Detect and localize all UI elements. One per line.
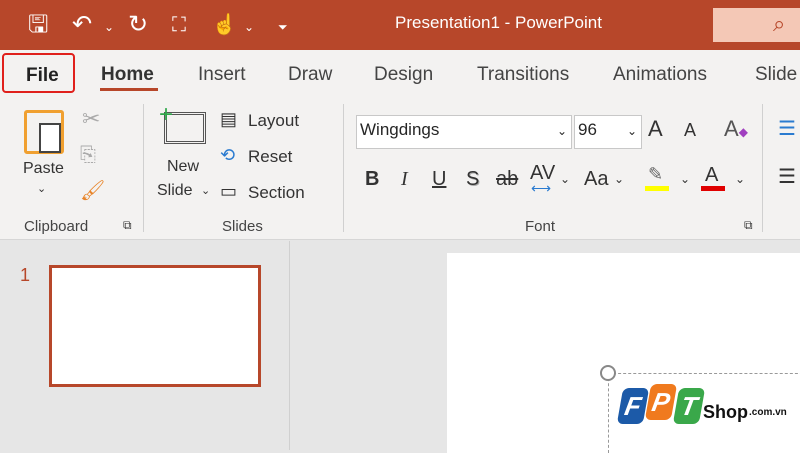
slide-number: 1 [20, 265, 31, 285]
tab-draw[interactable]: Draw [288, 64, 332, 86]
change-case-button[interactable]: Aa [584, 168, 608, 191]
strikethrough-button[interactable]: ab [496, 168, 518, 191]
redo-icon[interactable]: ↻ [128, 10, 148, 40]
undo-dropdown-icon[interactable]: ⌄ [104, 12, 114, 42]
font-name-value: Wingdings [360, 120, 440, 139]
highlight-color-swatch [645, 186, 669, 191]
group-divider [762, 104, 763, 232]
touch-dropdown-icon[interactable]: ⌄ [244, 12, 254, 42]
format-painter-icon[interactable]: 🖌 [80, 178, 105, 203]
paste-dropdown-icon[interactable]: ⌄ [37, 182, 46, 195]
logo-shop-text: Shop [703, 402, 748, 422]
cut-icon[interactable]: ✂ [82, 106, 100, 132]
underline-button[interactable]: U [432, 168, 446, 191]
highlight-dropdown-icon[interactable]: ⌄ [680, 172, 690, 186]
logo-domain-text: .com.vn [749, 407, 787, 418]
tab-animations[interactable]: Animations [613, 64, 707, 86]
copy-icon[interactable]: ⎘ [80, 144, 96, 167]
active-tab-indicator [100, 88, 158, 91]
section-icon: ▭ [220, 181, 238, 201]
new-slide-icon[interactable]: + [159, 101, 206, 144]
highlighter-icon[interactable]: ✎ [648, 164, 663, 185]
save-icon[interactable]: 🖫 [28, 10, 48, 40]
grow-font-button[interactable]: A [648, 116, 663, 142]
align-icon[interactable]: ☰ [778, 164, 796, 189]
spacing-dropdown-icon[interactable]: ⌄ [560, 172, 570, 186]
tab-insert[interactable]: Insert [198, 64, 246, 86]
group-label-clipboard: Clipboard [24, 218, 89, 235]
font-name-input[interactable]: Wingdings ⌄ [356, 115, 572, 149]
shrink-font-button[interactable]: A [684, 120, 696, 141]
group-label-slides: Slides [222, 218, 263, 235]
chevron-down-icon[interactable]: ⌄ [557, 124, 567, 138]
group-divider [343, 104, 344, 232]
reset-icon: ⟲ [220, 145, 236, 165]
italic-button[interactable]: I [401, 168, 408, 191]
font-size-input[interactable]: 96 ⌄ [574, 115, 642, 149]
font-size-value: 96 [578, 120, 597, 139]
group-divider [143, 104, 144, 232]
bullets-icon[interactable]: ☰ [778, 116, 796, 141]
clear-formatting-icon[interactable]: A◆ [724, 116, 748, 142]
rotate-handle[interactable] [600, 365, 616, 381]
layout-icon: ▤ [220, 109, 238, 129]
font-color-dropdown-icon[interactable]: ⌄ [735, 172, 745, 186]
slides-pane: 1 [0, 241, 290, 450]
bold-button[interactable]: B [365, 168, 379, 191]
clipboard-launcher-icon[interactable]: ⧉ [123, 218, 132, 233]
slide-thumbnail[interactable] [49, 265, 261, 387]
window-title: Presentation1 - PowerPoint [395, 13, 602, 32]
layout-button[interactable]: Layout [248, 111, 299, 131]
new-slide-label[interactable]: New [167, 158, 199, 176]
case-dropdown-icon[interactable]: ⌄ [614, 172, 624, 186]
ribbon: Paste ⌄ ✂ ⎘ 🖌 Clipboard ⧉ + New Slide ⌄ … [0, 100, 800, 240]
new-slide-dropdown-icon[interactable]: ⌄ [201, 184, 210, 197]
customize-icon[interactable]: ⏷ [278, 12, 288, 42]
title-bar: 🖫 ↶ ⌄ ↻ ⛶ ☝ ⌄ ⏷ Presentation1 - PowerPoi… [0, 0, 800, 50]
search-icon: ⌕ [773, 11, 786, 36]
ribbon-tabs: File Home Insert Draw Design Transitions… [0, 50, 800, 100]
font-color-swatch [701, 186, 725, 191]
font-color-button[interactable]: A [705, 164, 718, 187]
reset-button[interactable]: Reset [248, 147, 292, 167]
new-slide-button[interactable]: Slide [157, 182, 193, 200]
tab-design[interactable]: Design [374, 64, 433, 86]
shadow-button[interactable]: S [466, 168, 479, 191]
spacing-arrows-icon: ⟷ [531, 180, 552, 196]
undo-icon[interactable]: ↶ [72, 10, 92, 40]
paste-icon[interactable] [24, 110, 64, 154]
tab-transitions[interactable]: Transitions [477, 64, 569, 86]
tab-file[interactable]: File [2, 53, 75, 93]
search-box[interactable]: ⌕ [713, 8, 800, 42]
touch-mode-icon[interactable]: ☝ [212, 10, 237, 40]
paste-button[interactable]: Paste [23, 160, 64, 178]
chevron-down-icon[interactable]: ⌄ [627, 124, 637, 138]
tab-home[interactable]: Home [101, 64, 154, 86]
section-button[interactable]: Section [248, 183, 305, 203]
present-icon[interactable]: ⛶ [172, 10, 186, 40]
tab-slide-show[interactable]: Slide [755, 64, 797, 86]
group-label-font: Font [525, 218, 556, 235]
font-launcher-icon[interactable]: ⧉ [744, 218, 753, 233]
